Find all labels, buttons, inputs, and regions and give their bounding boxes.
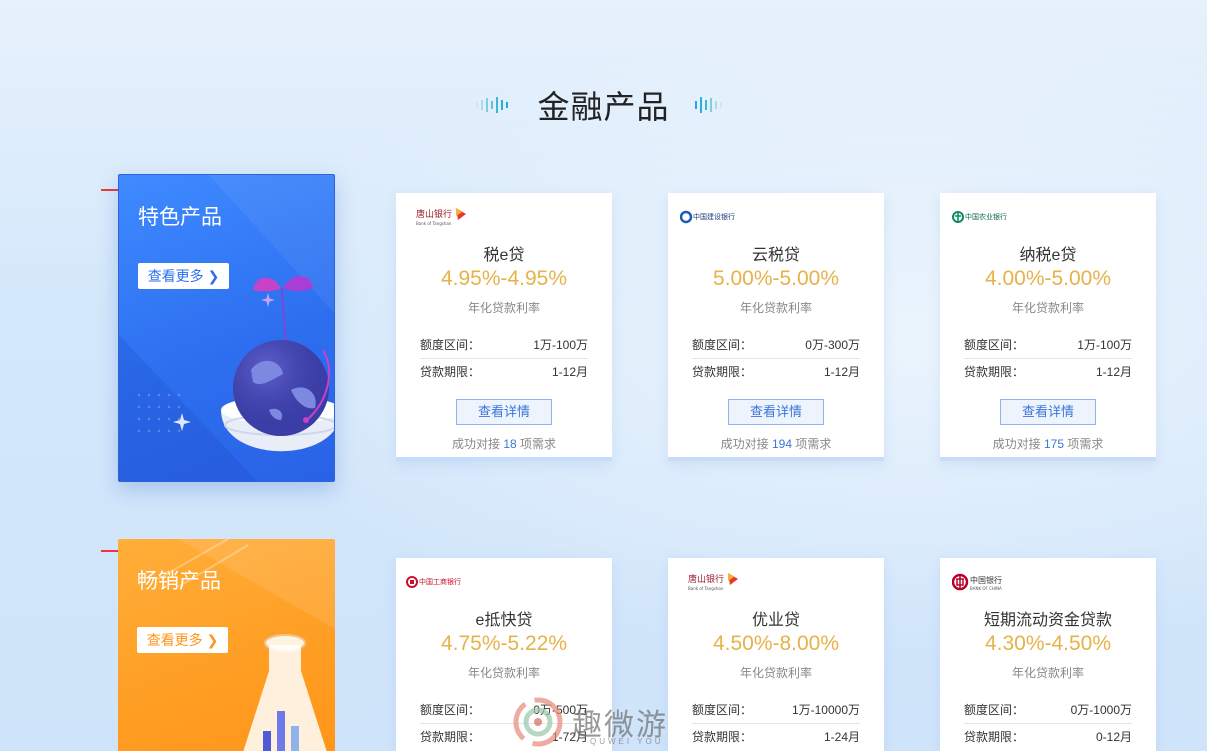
ccb-logo: 中国建设银行: [680, 205, 742, 229]
success-suffix: 项需求: [520, 437, 557, 451]
success-suffix: 项需求: [1067, 437, 1104, 451]
tangshan-bank-logo: 唐山银行 Bank of Tangshan: [416, 205, 468, 229]
product-card: 唐山银行 Bank of Tangshan 税e贷 4.95%-4.95% 年化…: [396, 193, 612, 461]
term-row: 贷款期限： 1-12月: [692, 363, 860, 380]
amount-label: 额度区间：: [420, 703, 481, 717]
amount-row: 额度区间： 1万-100万: [420, 336, 588, 359]
success-count: 成功对接 194 项需求: [668, 435, 884, 452]
amount-row: 额度区间： 0万-1000万: [964, 701, 1132, 724]
success-prefix: 成功对接: [451, 437, 500, 451]
view-details-button[interactable]: 查看详情: [728, 399, 824, 425]
svg-text:中国建设银行: 中国建设银行: [693, 212, 735, 221]
product-rate: 4.00%-5.00%: [984, 267, 1112, 290]
featured-card-title: 特色产品: [138, 206, 222, 229]
product-card: 中国银行 BANK OF CHINA 短期流动资金贷款 4.30%-4.50% …: [940, 558, 1156, 751]
amount-value: 1万-100万: [533, 338, 588, 352]
term-value: 1-12月: [823, 365, 860, 379]
term-label: 贷款期限：: [420, 730, 481, 744]
rate-label: 年化贷款利率: [467, 666, 540, 680]
amount-label: 额度区间：: [964, 338, 1025, 352]
term-value: 1-12月: [551, 365, 588, 379]
term-row: 贷款期限： 1-12月: [420, 363, 588, 380]
success-count-value: 18: [503, 437, 517, 451]
watermark: 趣微游 QUWEI YOU: [510, 693, 710, 751]
term-value: 1-24月: [823, 730, 860, 744]
view-details-button[interactable]: 查看详情: [1000, 399, 1096, 425]
success-prefix: 成功对接: [992, 437, 1041, 451]
term-value: 1-12月: [1095, 365, 1132, 379]
term-value: 0-12月: [1095, 730, 1132, 744]
sound-wave-left-icon: [475, 97, 508, 113]
amount-value: 1万-10000万: [791, 703, 860, 717]
icbc-logo: 中国工商银行: [406, 570, 464, 594]
amount-label: 额度区间：: [964, 703, 1025, 717]
sparkle-icon: [261, 293, 275, 307]
product-rate: 4.95%-4.95%: [440, 267, 568, 290]
product-rate: 5.00%-5.00%: [712, 267, 840, 290]
product-card: 中国农业银行 纳税e贷 4.00%-5.00% 年化贷款利率 额度区间： 1万-…: [940, 193, 1156, 461]
svg-text:中国农业银行: 中国农业银行: [965, 212, 1007, 221]
amount-value: 1万-100万: [1077, 338, 1132, 352]
amount-row: 额度区间： 1万-100万: [964, 336, 1132, 359]
term-row: 贷款期限： 0-12月: [964, 728, 1132, 745]
product-rate: 4.50%-8.00%: [712, 632, 840, 655]
amount-label: 额度区间：: [692, 338, 753, 352]
success-prefix: 成功对接: [720, 437, 769, 451]
success-count: 成功对接 18 项需求: [396, 435, 612, 452]
amount-row: 额度区间： 0万-300万: [692, 336, 860, 359]
watermark-logo-icon: [513, 697, 563, 747]
product-rate: 4.75%-5.22%: [440, 632, 568, 655]
rate-label: 年化贷款利率: [739, 666, 812, 680]
success-count: 成功对接 175 项需求: [940, 435, 1156, 452]
watermark-subtext: QUWEI YOU: [590, 737, 664, 746]
svg-text:Bank of Tangshan: Bank of Tangshan: [416, 221, 452, 226]
term-row: 贷款期限： 1-24月: [692, 728, 860, 745]
rate-label: 年化贷款利率: [739, 301, 812, 315]
sparkle-icon: [173, 413, 191, 431]
success-count-value: 194: [771, 437, 793, 451]
tangshan-bank-logo: 唐山银行 Bank of Tangshan: [688, 570, 740, 594]
flask-chart-illustration: [243, 634, 327, 751]
term-label: 贷款期限：: [964, 365, 1025, 379]
section-title-text: 金融产品: [537, 89, 670, 125]
product-card: 中国建设银行 云税贷 5.00%-5.00% 年化贷款利率 额度区间： 0万-3…: [668, 193, 884, 461]
svg-text:BANK OF CHINA: BANK OF CHINA: [970, 586, 1002, 591]
featured-card-special: 特色产品 查看更多 ❯: [118, 174, 335, 482]
svg-text:中国银行: 中国银行: [970, 575, 1002, 585]
product-rate: 4.30%-4.50%: [984, 632, 1112, 655]
amount-value: 0万-300万: [805, 338, 860, 352]
product-name: e抵快贷: [475, 612, 533, 629]
product-name: 优业贷: [751, 612, 800, 629]
boc-logo: 中国银行 BANK OF CHINA: [952, 570, 1012, 594]
sound-wave-right-icon: [695, 97, 728, 113]
amount-row: 额度区间： 1万-10000万: [692, 701, 860, 724]
svg-text:中国工商银行: 中国工商银行: [419, 577, 461, 586]
term-label: 贷款期限：: [420, 365, 481, 379]
success-suffix: 项需求: [795, 437, 832, 451]
svg-text:唐山银行: 唐山银行: [688, 573, 724, 585]
term-label: 贷款期限：: [692, 365, 753, 379]
amount-label: 额度区间：: [420, 338, 481, 352]
view-details-button[interactable]: 查看详情: [456, 399, 552, 425]
rate-label: 年化贷款利率: [1011, 666, 1084, 680]
featured-card-bestseller: 畅销产品 查看更多 ❯: [118, 539, 335, 751]
svg-text:唐山银行: 唐山银行: [416, 208, 452, 220]
success-count-value: 175: [1043, 437, 1065, 451]
rate-label: 年化贷款利率: [1011, 301, 1084, 315]
term-row: 贷款期限： 1-12月: [964, 363, 1132, 380]
product-name: 短期流动资金贷款: [983, 612, 1112, 629]
product-name: 税e贷: [483, 247, 525, 264]
section-title: 金融产品: [0, 82, 1207, 128]
featured-card-title: 畅销产品: [137, 570, 221, 593]
amount-value: 0万-1000万: [1070, 703, 1132, 717]
svg-text:Bank of Tangshan: Bank of Tangshan: [688, 586, 724, 591]
product-name: 云税贷: [751, 247, 800, 264]
view-more-button[interactable]: 查看更多 ❯: [137, 627, 228, 653]
product-name: 纳税e贷: [1019, 247, 1077, 264]
abc-logo: 中国农业银行: [952, 205, 1010, 229]
term-label: 贷款期限：: [964, 730, 1025, 744]
rate-label: 年化贷款利率: [467, 301, 540, 315]
